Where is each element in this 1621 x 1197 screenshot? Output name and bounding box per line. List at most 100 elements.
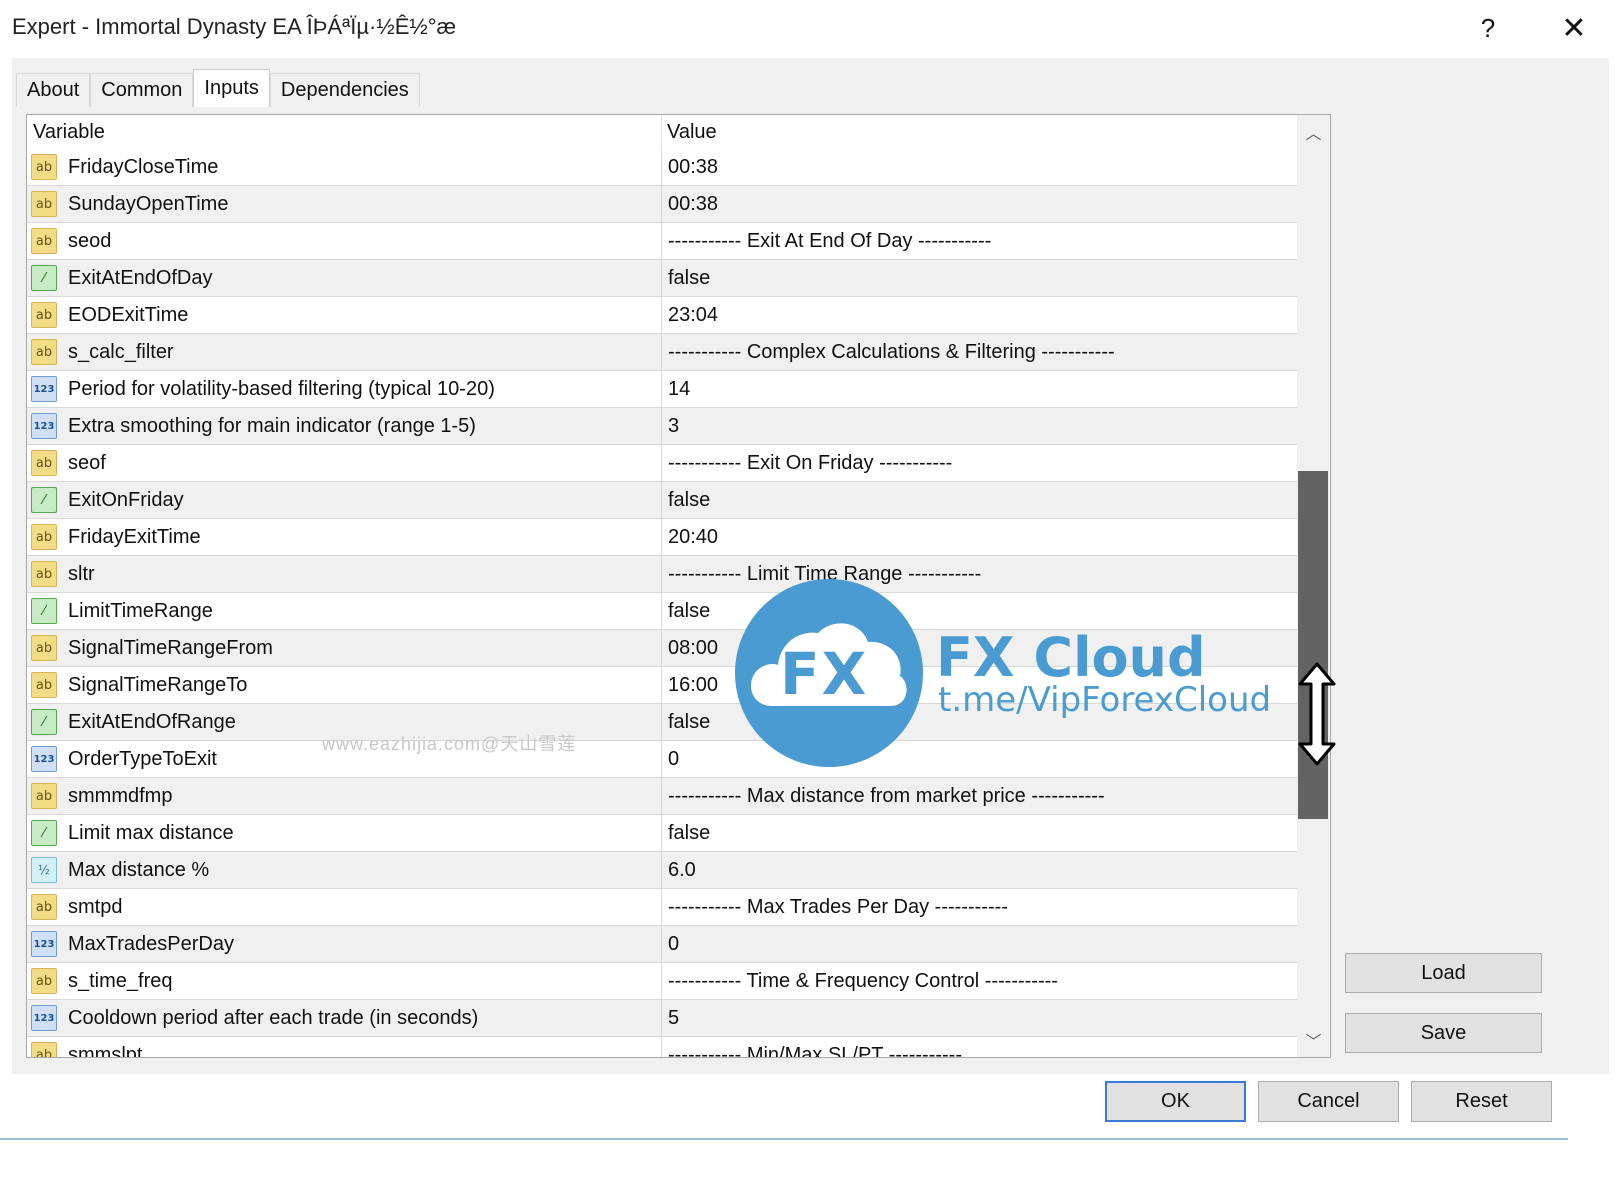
input-row[interactable]: ½ Max distance % 6.0 bbox=[27, 852, 1297, 889]
input-variable-name: Extra smoothing for main indicator (rang… bbox=[68, 414, 476, 437]
boolean-icon: ⁄ bbox=[31, 598, 57, 624]
input-value-cell[interactable]: 0 bbox=[668, 926, 679, 962]
help-icon[interactable]: ? bbox=[1464, 8, 1512, 48]
scroll-down-icon[interactable]: ﹀ bbox=[1297, 1023, 1330, 1057]
vertical-scrollbar[interactable]: ︿ ﹀ bbox=[1297, 115, 1330, 1057]
tab-dependencies[interactable]: Dependencies bbox=[269, 73, 420, 107]
input-row[interactable]: ⁄ Limit max distance false bbox=[27, 815, 1297, 852]
load-button[interactable]: Load bbox=[1345, 953, 1542, 993]
cancel-button[interactable]: Cancel bbox=[1258, 1081, 1399, 1122]
boolean-icon: ⁄ bbox=[31, 820, 57, 846]
cell-divider bbox=[661, 704, 662, 740]
cell-divider bbox=[661, 482, 662, 518]
input-value-cell[interactable]: ----------- Exit At End Of Day ---------… bbox=[668, 223, 991, 259]
input-variable-name: ExitOnFriday bbox=[68, 488, 184, 511]
input-row[interactable]: 123 Extra smoothing for main indicator (r… bbox=[27, 408, 1297, 445]
column-header-value[interactable]: Value bbox=[667, 115, 717, 149]
input-variable-name: Period for volatility-based filtering (t… bbox=[68, 377, 495, 400]
column-header-variable[interactable]: Variable bbox=[33, 115, 105, 149]
input-value-cell[interactable]: 00:38 bbox=[668, 186, 718, 222]
input-value-cell[interactable]: false bbox=[668, 593, 710, 629]
input-value-cell[interactable]: 08:00 bbox=[668, 630, 718, 666]
input-variable-name: seof bbox=[68, 451, 106, 474]
input-row[interactable]: ⁄ LimitTimeRange false bbox=[27, 593, 1297, 630]
input-row[interactable]: ab SignalTimeRangeTo 16:00 bbox=[27, 667, 1297, 704]
cell-divider bbox=[661, 556, 662, 592]
cell-divider bbox=[661, 667, 662, 703]
input-row[interactable]: ab seod ----------- Exit At End Of Day ---… bbox=[27, 223, 1297, 260]
input-value-cell[interactable]: ----------- Limit Time Range ----------- bbox=[668, 556, 981, 592]
input-value-cell[interactable]: 00:38 bbox=[668, 149, 718, 185]
input-value-cell[interactable]: ----------- Min/Max SL/PT ----------- bbox=[668, 1037, 962, 1058]
integer-icon: 123 bbox=[31, 413, 57, 439]
input-row[interactable]: ab seof ----------- Exit On Friday -------… bbox=[27, 445, 1297, 482]
input-row[interactable]: ab SundayOpenTime 00:38 bbox=[27, 186, 1297, 223]
cell-divider bbox=[661, 852, 662, 888]
string-icon: ab bbox=[31, 894, 57, 920]
double-icon: ½ bbox=[31, 857, 57, 883]
input-value-cell[interactable]: ----------- Complex Calculations & Filte… bbox=[668, 334, 1115, 370]
input-value-cell[interactable]: 16:00 bbox=[668, 667, 718, 703]
tab-inputs[interactable]: Inputs bbox=[193, 69, 270, 107]
input-row[interactable]: ⁄ ExitAtEndOfRange false bbox=[27, 704, 1297, 741]
input-row[interactable]: ab s_calc_filter ----------- Complex Calcu… bbox=[27, 334, 1297, 371]
input-row[interactable]: ⁄ ExitAtEndOfDay false bbox=[27, 260, 1297, 297]
cell-divider bbox=[661, 630, 662, 666]
input-row[interactable]: ab SignalTimeRangeFrom 08:00 bbox=[27, 630, 1297, 667]
integer-icon: 123 bbox=[31, 376, 57, 402]
input-value-cell[interactable]: false bbox=[668, 260, 710, 296]
input-value-cell[interactable]: ----------- Time & Frequency Control ---… bbox=[668, 963, 1058, 999]
input-row[interactable]: ab smmmdfmp ----------- Max distance from … bbox=[27, 778, 1297, 815]
cell-divider bbox=[661, 593, 662, 629]
close-icon[interactable]: ✕ bbox=[1550, 8, 1598, 48]
cell-divider bbox=[661, 741, 662, 777]
cell-divider bbox=[661, 186, 662, 222]
input-value-cell[interactable]: 6.0 bbox=[668, 852, 696, 888]
input-row[interactable]: ab smtpd ----------- Max Trades Per Day --… bbox=[27, 889, 1297, 926]
input-row[interactable]: ab sltr ----------- Limit Time Range -----… bbox=[27, 556, 1297, 593]
input-value-cell[interactable]: ----------- Max distance from market pri… bbox=[668, 778, 1105, 814]
input-row[interactable]: ab smmslpt ----------- Min/Max SL/PT -----… bbox=[27, 1037, 1297, 1058]
input-row[interactable]: 123 Cooldown period after each trade (in … bbox=[27, 1000, 1297, 1037]
cell-divider bbox=[661, 260, 662, 296]
input-value-cell[interactable]: 5 bbox=[668, 1000, 679, 1036]
input-row[interactable]: 123 Period for volatility-based filtering… bbox=[27, 371, 1297, 408]
ok-button[interactable]: OK bbox=[1105, 1081, 1246, 1122]
input-variable-name: Limit max distance bbox=[68, 821, 234, 844]
cell-divider bbox=[661, 963, 662, 999]
input-row[interactable]: ab FridayCloseTime 00:38 bbox=[27, 149, 1297, 186]
boolean-icon: ⁄ bbox=[31, 487, 57, 513]
input-row[interactable]: ⁄ ExitOnFriday false bbox=[27, 482, 1297, 519]
input-value-cell[interactable]: ----------- Exit On Friday ----------- bbox=[668, 445, 952, 481]
scroll-up-icon[interactable]: ︿ bbox=[1297, 115, 1330, 149]
save-button[interactable]: Save bbox=[1345, 1013, 1542, 1053]
input-value-cell[interactable]: false bbox=[668, 482, 710, 518]
integer-icon: 123 bbox=[31, 931, 57, 957]
input-value-cell[interactable]: 23:04 bbox=[668, 297, 718, 333]
cell-divider bbox=[661, 926, 662, 962]
input-row[interactable]: 123 MaxTradesPerDay 0 bbox=[27, 926, 1297, 963]
input-value-cell[interactable]: false bbox=[668, 704, 710, 740]
tab-common[interactable]: Common bbox=[90, 73, 194, 107]
string-icon: ab bbox=[31, 228, 57, 254]
input-variable-name: smtpd bbox=[68, 895, 123, 918]
column-divider[interactable] bbox=[661, 115, 662, 149]
input-row[interactable]: ab FridayExitTime 20:40 bbox=[27, 519, 1297, 556]
input-row[interactable]: 123 OrderTypeToExit 0 bbox=[27, 741, 1297, 778]
input-value-cell[interactable]: 14 bbox=[668, 371, 690, 407]
string-icon: ab bbox=[31, 635, 57, 661]
input-value-cell[interactable]: false bbox=[668, 815, 710, 851]
input-value-cell[interactable]: ----------- Max Trades Per Day ---------… bbox=[668, 889, 1008, 925]
integer-icon: 123 bbox=[31, 746, 57, 772]
string-icon: ab bbox=[31, 154, 57, 180]
string-icon: ab bbox=[31, 1042, 57, 1057]
tab-about[interactable]: About bbox=[16, 73, 91, 107]
input-row[interactable]: ab s_time_freq ----------- Time & Frequenc… bbox=[27, 963, 1297, 1000]
reset-button[interactable]: Reset bbox=[1411, 1081, 1552, 1122]
input-value-cell[interactable]: 20:40 bbox=[668, 519, 718, 555]
scroll-thumb[interactable] bbox=[1298, 471, 1328, 819]
input-row[interactable]: ab EODExitTime 23:04 bbox=[27, 297, 1297, 334]
input-value-cell[interactable]: 3 bbox=[668, 408, 679, 444]
cell-divider bbox=[661, 889, 662, 925]
input-value-cell[interactable]: 0 bbox=[668, 741, 679, 777]
